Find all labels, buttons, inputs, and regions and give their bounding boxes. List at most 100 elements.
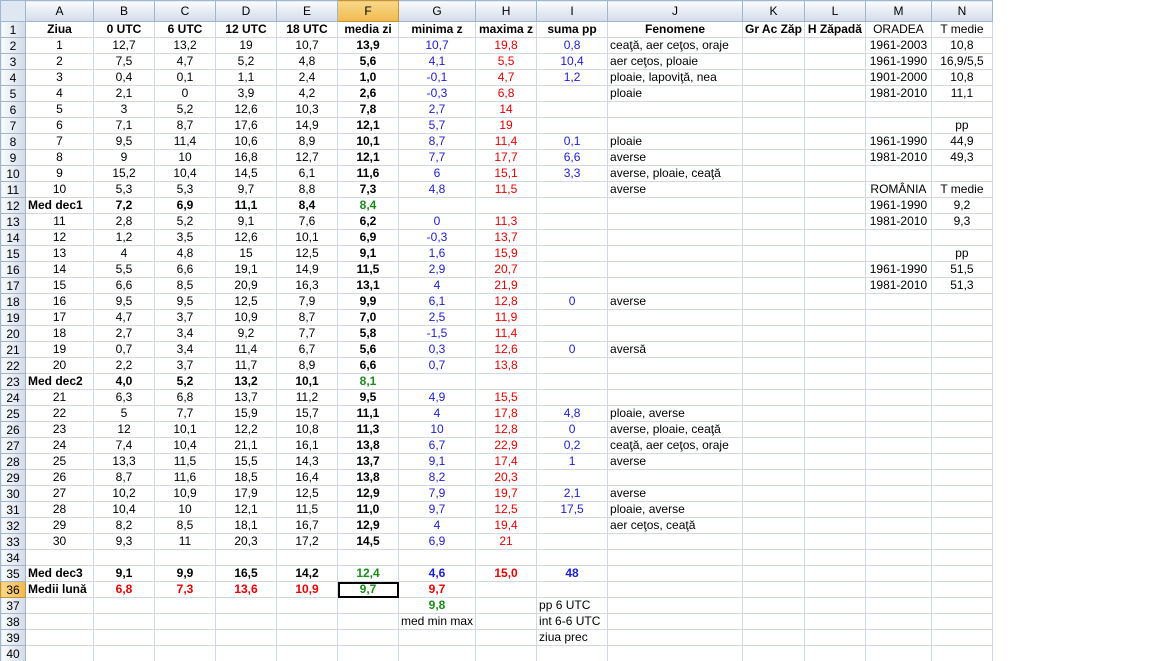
- row-header-25[interactable]: 25: [0, 405, 26, 422]
- cell-b3[interactable]: 7,5: [93, 53, 155, 70]
- cell-k31[interactable]: [742, 501, 805, 518]
- cell-e22[interactable]: 8,9: [276, 357, 338, 374]
- cell-f1[interactable]: media zi: [337, 21, 399, 38]
- cell-n17[interactable]: 51,3: [930, 277, 993, 294]
- cell-c26[interactable]: 10,1: [154, 421, 216, 438]
- row-header-31[interactable]: 31: [0, 501, 26, 518]
- row-header-21[interactable]: 21: [0, 341, 26, 358]
- cell-c28[interactable]: 11,5: [154, 453, 216, 470]
- row-header-2[interactable]: 2: [0, 37, 26, 54]
- cell-c13[interactable]: 5,2: [154, 213, 216, 230]
- cell-l23[interactable]: [803, 373, 866, 390]
- cell-g23[interactable]: [397, 373, 477, 390]
- cell-i21[interactable]: 0: [536, 341, 609, 358]
- cell-g13[interactable]: 0: [397, 213, 477, 230]
- cell-i32[interactable]: [536, 517, 609, 534]
- cell-i11[interactable]: [536, 181, 609, 198]
- cell-d19[interactable]: 10,9: [215, 309, 277, 326]
- column-header-k[interactable]: K: [742, 0, 805, 22]
- cell-d36[interactable]: 13,6: [215, 581, 277, 598]
- cell-c37[interactable]: [154, 597, 216, 614]
- cell-d29[interactable]: 18,5: [215, 469, 277, 486]
- cell-l38[interactable]: [803, 613, 866, 630]
- cell-m14[interactable]: [864, 229, 932, 246]
- cell-n33[interactable]: [930, 533, 993, 550]
- cell-f15[interactable]: 9,1: [337, 245, 399, 262]
- cell-c4[interactable]: 0,1: [154, 69, 216, 86]
- cell-c21[interactable]: 3,4: [154, 341, 216, 358]
- cell-k17[interactable]: [742, 277, 805, 294]
- cell-a31[interactable]: 28: [25, 501, 94, 518]
- cell-h36[interactable]: [475, 581, 538, 598]
- column-header-l[interactable]: L: [803, 0, 866, 22]
- cell-a14[interactable]: 12: [25, 229, 94, 246]
- cell-m26[interactable]: [864, 421, 932, 438]
- cell-a3[interactable]: 2: [25, 53, 94, 70]
- column-header-e[interactable]: E: [276, 0, 338, 22]
- cell-g2[interactable]: 10,7: [397, 37, 477, 54]
- cell-b26[interactable]: 12: [93, 421, 155, 438]
- cell-b18[interactable]: 9,5: [93, 293, 155, 310]
- cell-i14[interactable]: [536, 229, 609, 246]
- cell-j30[interactable]: averse: [607, 485, 744, 502]
- cell-f3[interactable]: 5,6: [337, 53, 399, 70]
- cell-f5[interactable]: 2,6: [337, 85, 399, 102]
- cell-l34[interactable]: [803, 549, 866, 566]
- cell-g5[interactable]: -0,3: [397, 85, 477, 102]
- cell-m33[interactable]: [864, 533, 932, 550]
- cell-a38[interactable]: [25, 613, 94, 630]
- cell-l16[interactable]: [803, 261, 866, 278]
- cell-k28[interactable]: [742, 453, 805, 470]
- cell-k14[interactable]: [742, 229, 805, 246]
- cell-l11[interactable]: [803, 181, 866, 198]
- row-header-8[interactable]: 8: [0, 133, 26, 150]
- row-header-7[interactable]: 7: [0, 117, 26, 134]
- cell-h32[interactable]: 19,4: [475, 517, 538, 534]
- cell-h29[interactable]: 20,3: [475, 469, 538, 486]
- cell-k9[interactable]: [742, 149, 805, 166]
- cell-m25[interactable]: [864, 405, 932, 422]
- cell-c36[interactable]: 7,3: [154, 581, 216, 598]
- cell-k6[interactable]: [742, 101, 805, 118]
- cell-n23[interactable]: [930, 373, 993, 390]
- cell-h18[interactable]: 12,8: [475, 293, 538, 310]
- cell-m31[interactable]: [864, 501, 932, 518]
- cell-h28[interactable]: 17,4: [475, 453, 538, 470]
- cell-j32[interactable]: aer ceţos, ceaţă: [607, 517, 744, 534]
- cell-n30[interactable]: [930, 485, 993, 502]
- cell-f18[interactable]: 9,9: [337, 293, 399, 310]
- cell-l32[interactable]: [803, 517, 866, 534]
- cell-b39[interactable]: [93, 629, 155, 646]
- cell-n6[interactable]: [930, 101, 993, 118]
- cell-d21[interactable]: 11,4: [215, 341, 277, 358]
- cell-b7[interactable]: 7,1: [93, 117, 155, 134]
- cell-d5[interactable]: 3,9: [215, 85, 277, 102]
- cell-l3[interactable]: [803, 53, 866, 70]
- cell-m15[interactable]: [864, 245, 932, 262]
- row-header-19[interactable]: 19: [0, 309, 26, 326]
- cell-m34[interactable]: [864, 549, 932, 566]
- cell-a7[interactable]: 6: [25, 117, 94, 134]
- cell-g14[interactable]: -0,3: [397, 229, 477, 246]
- cell-n22[interactable]: [930, 357, 993, 374]
- cell-k22[interactable]: [742, 357, 805, 374]
- cell-f26[interactable]: 11,3: [337, 421, 399, 438]
- cell-c9[interactable]: 10: [154, 149, 216, 166]
- row-header-34[interactable]: 34: [0, 549, 26, 566]
- cell-m22[interactable]: [864, 357, 932, 374]
- cell-n26[interactable]: [930, 421, 993, 438]
- cell-h33[interactable]: 21: [475, 533, 538, 550]
- cell-b6[interactable]: 3: [93, 101, 155, 118]
- cell-m23[interactable]: [864, 373, 932, 390]
- column-header-c[interactable]: C: [154, 0, 216, 22]
- cell-c15[interactable]: 4,8: [154, 245, 216, 262]
- cell-i24[interactable]: [536, 389, 609, 406]
- cell-d33[interactable]: 20,3: [215, 533, 277, 550]
- cell-c19[interactable]: 3,7: [154, 309, 216, 326]
- cell-d8[interactable]: 10,6: [215, 133, 277, 150]
- cell-n34[interactable]: [930, 549, 993, 566]
- cell-i4[interactable]: 1,2: [536, 69, 609, 86]
- cell-c38[interactable]: [154, 613, 216, 630]
- cell-e2[interactable]: 10,7: [276, 37, 338, 54]
- cell-e33[interactable]: 17,2: [276, 533, 338, 550]
